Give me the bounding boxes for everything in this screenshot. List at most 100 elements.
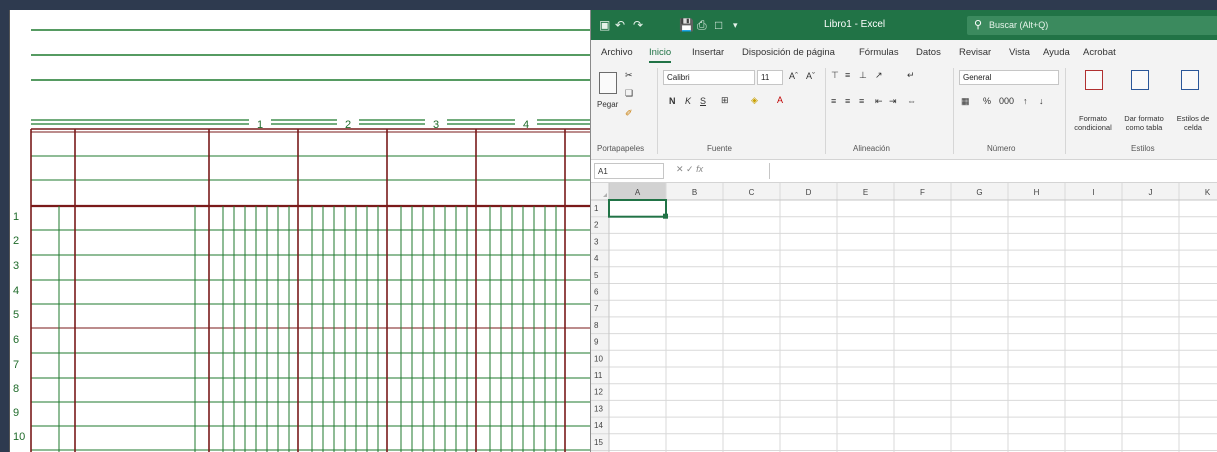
name-box[interactable]: A1 (594, 163, 664, 179)
redo-icon[interactable]: ↷ (633, 18, 643, 32)
align-left-icon[interactable]: ≡ (831, 96, 836, 106)
column-header[interactable]: C (749, 188, 755, 197)
column-header[interactable]: D (806, 188, 812, 197)
column-header[interactable]: A (635, 188, 641, 197)
tab-formulas[interactable]: Fórmulas (859, 47, 899, 58)
row-header[interactable]: 6 (594, 288, 599, 297)
increase-indent-icon[interactable]: ⇥ (889, 96, 897, 107)
row-header[interactable]: 2 (594, 221, 599, 230)
font-color-icon[interactable]: A (777, 95, 783, 105)
row-header[interactable]: 10 (594, 354, 603, 363)
fill-color-icon[interactable]: ◈ (751, 95, 758, 106)
increase-decimal-icon[interactable]: ↑ (1023, 96, 1028, 106)
formula-input[interactable] (769, 163, 1217, 179)
new-file-icon[interactable]: □ (715, 18, 722, 32)
decrease-indent-icon[interactable]: ⇤ (875, 96, 883, 107)
column-header[interactable]: K (1205, 188, 1211, 197)
format-as-table-button[interactable]: Dar formato como tabla (1119, 114, 1169, 132)
tab-acrobat[interactable]: Acrobat (1083, 47, 1116, 58)
tab-insertar[interactable]: Insertar (692, 47, 724, 58)
wrap-text-icon[interactable]: ↵ (907, 70, 915, 81)
format-painter-icon[interactable]: ✐ (625, 108, 633, 119)
bold-button[interactable]: N (669, 96, 676, 106)
cut-icon[interactable]: ✂ (625, 70, 633, 81)
group-label-clipboard: Portapapeles (597, 144, 645, 153)
column-header[interactable]: F (920, 188, 925, 197)
row-header[interactable]: 11 (594, 371, 603, 380)
increase-font-icon[interactable]: Aˆ (789, 71, 798, 81)
autosave-icon[interactable]: ▣ (599, 18, 610, 32)
align-bottom-icon[interactable]: ⊥ (859, 70, 867, 81)
formula-bar: A1 ✕ ✓ fx (591, 160, 1217, 183)
column-header[interactable]: G (976, 188, 982, 197)
row-header[interactable]: 12 (594, 388, 603, 397)
row-header[interactable]: 13 (594, 404, 603, 413)
column-header[interactable]: J (1149, 188, 1153, 197)
print-icon[interactable]: ⎙ (697, 18, 707, 33)
tab-revisar[interactable]: Revisar (959, 47, 991, 58)
group-label-alignment: Alineación (853, 144, 890, 153)
worksheet-canvas[interactable]: A B C D E F G H I J K123456789101112131415 (591, 183, 1217, 452)
search-box[interactable]: ⚲ Buscar (Alt+Q) (967, 16, 1217, 35)
paste-icon[interactable] (599, 72, 617, 94)
align-top-icon[interactable]: ⊤ (831, 70, 839, 81)
accounting-format-icon[interactable]: ▦ (961, 96, 970, 107)
copy-icon[interactable]: ❏ (625, 88, 633, 99)
undo-icon[interactable]: ↶ (615, 18, 625, 32)
percent-icon[interactable]: % (983, 96, 991, 106)
merge-center-icon[interactable]: ⇔ (907, 96, 916, 106)
row-header[interactable]: 8 (594, 321, 599, 330)
row-header[interactable]: 5 (594, 271, 599, 280)
align-middle-icon[interactable]: ≡ (845, 70, 850, 80)
fx-icon[interactable]: ✕ ✓ fx (676, 164, 703, 175)
row-number: 3 (13, 260, 19, 272)
orientation-icon[interactable]: ↗ (875, 70, 883, 81)
column-header[interactable]: I (1092, 188, 1094, 197)
comma-style-icon[interactable]: 000 (999, 96, 1014, 106)
row-header[interactable]: 7 (594, 304, 599, 313)
tab-archivo[interactable]: Archivo (601, 47, 633, 58)
align-right-icon[interactable]: ≡ (859, 96, 864, 106)
group-label-font: Fuente (707, 144, 732, 153)
conditional-format-icon[interactable] (1085, 70, 1103, 90)
ledger-paper: 1 2 3 4 1 2 3 4 5 6 7 8 9 10 (9, 10, 590, 452)
conditional-format-button[interactable]: Formato condicional (1069, 114, 1117, 132)
font-name-select[interactable]: Calibri (663, 70, 755, 85)
italic-button[interactable]: K (685, 96, 691, 106)
row-header[interactable]: 9 (594, 338, 599, 347)
font-size-select[interactable]: 11 (757, 70, 783, 85)
number-format-select[interactable]: General (959, 70, 1059, 85)
row-header[interactable]: 15 (594, 438, 603, 447)
tab-datos[interactable]: Datos (916, 47, 941, 58)
active-cell-A1[interactable] (608, 199, 667, 218)
row-header[interactable]: 1 (594, 204, 599, 213)
row-number: 4 (13, 285, 19, 297)
align-center-icon[interactable]: ≡ (845, 96, 850, 106)
worksheet-grid[interactable]: A B C D E F G H I J K 1 2 3 4 5 6 7 8 9 10 11 12 13 14 15 (591, 183, 1217, 452)
row-header[interactable]: 4 (594, 254, 599, 263)
customize-qa-icon[interactable]: ▾ (733, 20, 738, 31)
paste-label[interactable]: Pegar (597, 100, 618, 109)
cell-styles-icon[interactable] (1181, 70, 1199, 90)
column-header[interactable]: B (692, 188, 697, 197)
tab-disposicion[interactable]: Disposición de página (742, 47, 835, 58)
row-header[interactable]: 14 (594, 421, 603, 430)
group-label-number: Número (987, 144, 1016, 153)
cell-styles-button[interactable]: Estilos de celda (1171, 114, 1215, 132)
column-header[interactable]: H (1034, 188, 1040, 197)
row-number: 1 (13, 211, 19, 223)
format-as-table-icon[interactable] (1131, 70, 1149, 90)
decrease-decimal-icon[interactable]: ↓ (1039, 96, 1044, 106)
tab-vista[interactable]: Vista (1009, 47, 1030, 58)
underline-button[interactable]: S (700, 96, 706, 106)
row-header[interactable]: 3 (594, 237, 599, 246)
column-header[interactable]: E (863, 188, 868, 197)
ribbon-tabs: Archivo Inicio Insertar Disposición de p… (591, 40, 1217, 64)
decrease-font-icon[interactable]: Aˇ (806, 71, 815, 81)
column-header-bar (591, 183, 1217, 200)
fill-handle[interactable] (663, 213, 668, 219)
borders-icon[interactable]: ⊞ (721, 95, 729, 106)
save-icon[interactable]: 💾 (679, 18, 694, 32)
tab-inicio[interactable]: Inicio (649, 47, 671, 58)
tab-ayuda[interactable]: Ayuda (1043, 47, 1070, 58)
